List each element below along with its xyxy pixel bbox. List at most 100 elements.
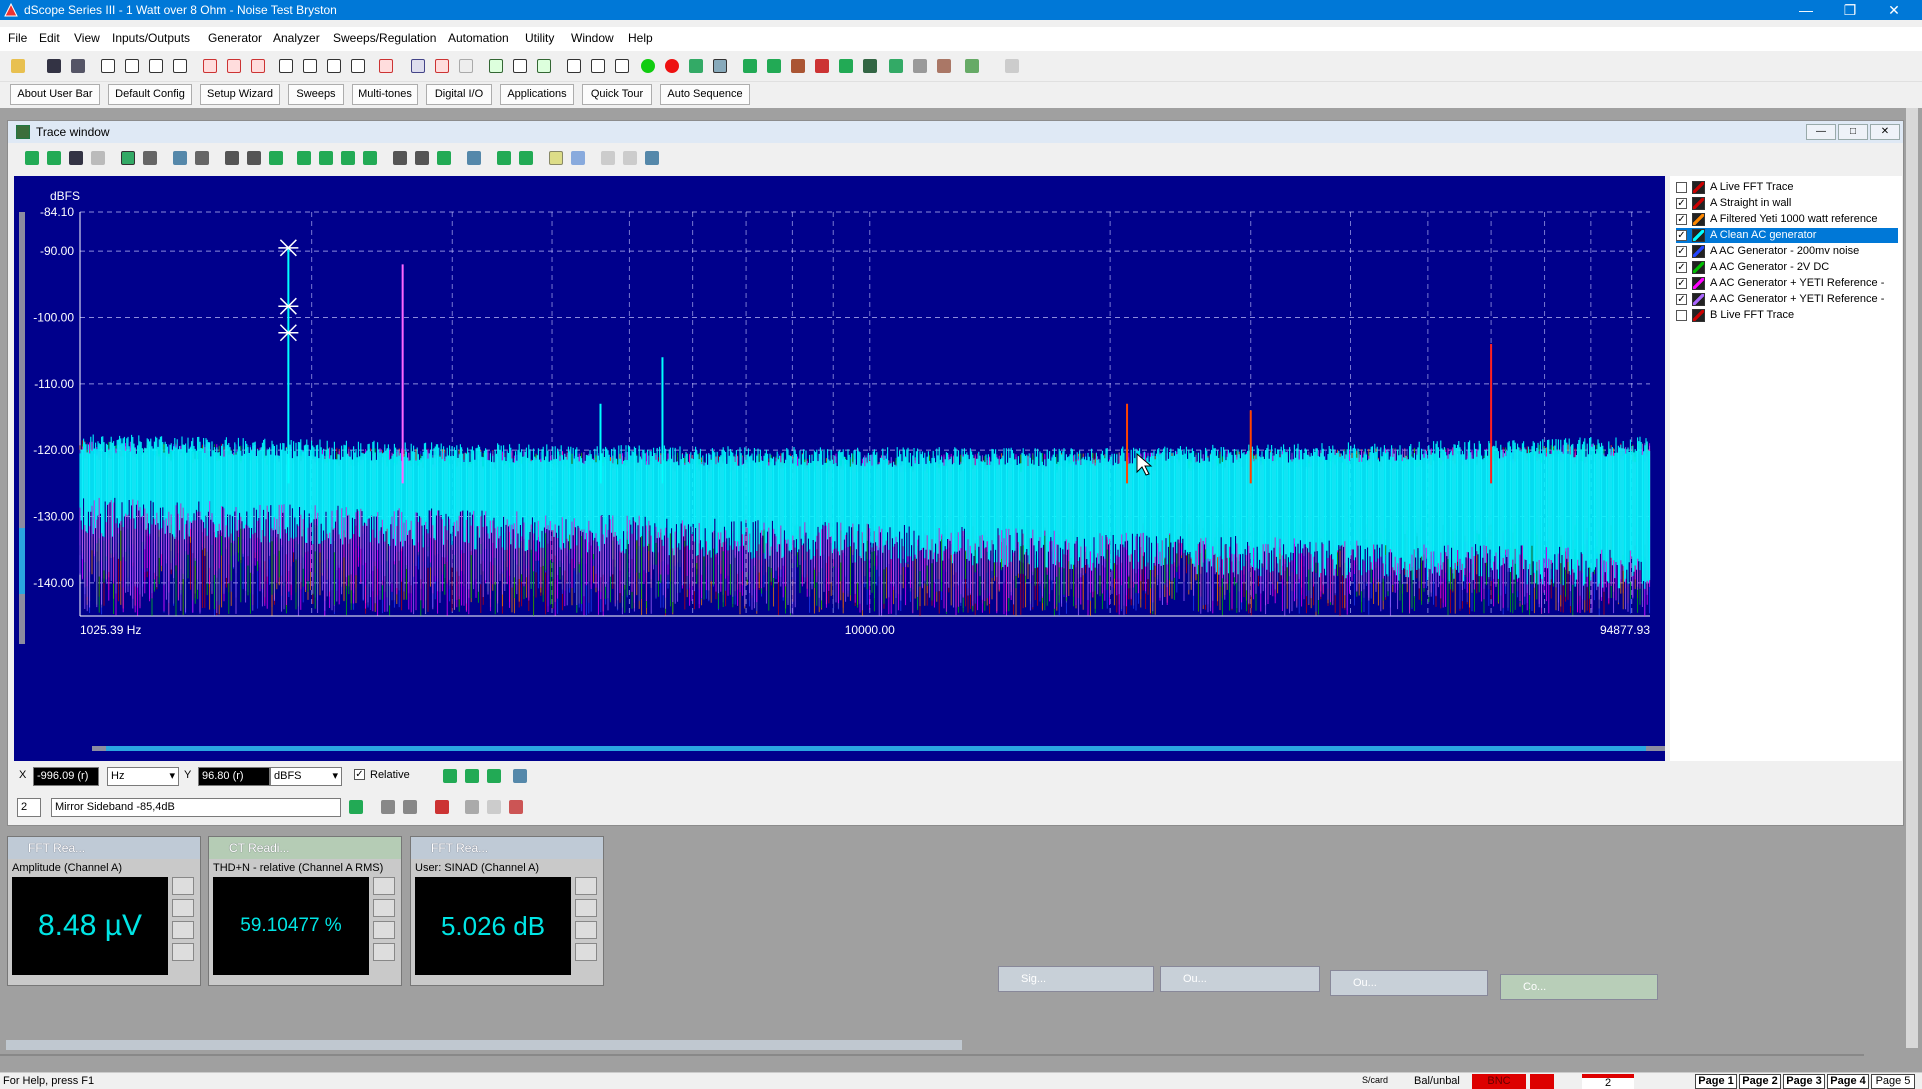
menu-automation[interactable]: Automation [448,31,509,45]
meter-expand-icon[interactable] [373,943,395,961]
y-scrollbar-thumb[interactable] [19,528,25,594]
trace-minimize-button[interactable]: — [1806,124,1836,140]
cursor-a-icon[interactable] [390,148,410,168]
marker-number-field[interactable]: 2 [17,798,41,817]
meter-settings-icon[interactable] [575,899,597,917]
fft-trace-chart[interactable]: -84.10 -90.00 -100.00 -110.00 -120.00 -130.00… [14,176,1666,761]
minimized-window-signal[interactable]: Sig... [998,966,1154,992]
page-1-tab[interactable]: Page 1 [1695,1074,1737,1089]
marker-move-icon[interactable] [568,148,588,168]
y-unit-select[interactable]: dBFS ▾ [270,767,342,786]
script-b-icon[interactable] [910,56,930,76]
meter-range-icon[interactable] [172,877,194,895]
save-icon[interactable] [44,56,64,76]
trace-copy-icon[interactable] [88,148,108,168]
legend-item[interactable]: ✓ A Straight in wall [1676,196,1898,211]
legend-checkbox[interactable]: ✓ [1676,246,1687,257]
marker-zoom-out-icon[interactable] [400,797,420,817]
page-5-tab[interactable]: Page 5 [1871,1074,1915,1089]
marker-track-icon[interactable] [510,766,530,786]
scope-a-icon[interactable] [564,56,584,76]
sweeps-button[interactable]: Sweeps [288,84,344,105]
minimized-window-output-1[interactable]: Ou... [1160,966,1320,992]
zoom-y-icon[interactable] [244,148,264,168]
page-4-tab[interactable]: Page 4 [1827,1074,1869,1089]
trace-e-icon[interactable] [836,56,856,76]
legend-item[interactable]: A Live FFT Trace [1676,180,1898,195]
input-off-icon[interactable] [376,56,396,76]
legend-item[interactable]: ✓ A AC Generator + YETI Reference - [1676,292,1898,307]
run-green-icon[interactable] [638,56,658,76]
page-2-tab[interactable]: Page 2 [1739,1074,1781,1089]
meter-thd-n[interactable]: CT Readi... THD+N - relative (Channel A … [208,836,402,986]
input-d-icon[interactable] [348,56,368,76]
cursor-b-icon[interactable] [412,148,432,168]
analyzer-a-icon[interactable] [486,56,506,76]
peak-max-icon[interactable] [360,148,380,168]
trace-hide-icon[interactable] [44,148,64,168]
output-off-a-icon[interactable] [200,56,220,76]
menu-generator[interactable]: Generator [208,31,262,45]
peak-left-icon[interactable] [294,148,314,168]
marker-clear-icon[interactable] [506,797,526,817]
legend-item[interactable]: ✓ A AC Generator + YETI Reference - [1676,276,1898,291]
close-button[interactable]: ✕ [1872,0,1916,20]
zoom-x-icon[interactable] [222,148,242,168]
marker-name-field[interactable]: Mirror Sideband -85,4dB [51,798,341,817]
meter-titlebar[interactable]: FFT Rea... [8,837,200,859]
setup-wizard-button[interactable]: Setup Wizard [200,84,280,105]
marker-zoom-icon[interactable] [378,797,398,817]
trace-window-titlebar[interactable]: Trace window — □ ✕ [8,121,1903,143]
trace-properties-icon[interactable] [170,148,190,168]
trace-f-icon[interactable] [860,56,880,76]
trace-show-icon[interactable] [22,148,42,168]
about-user-bar-button[interactable]: About User Bar [10,84,100,105]
peak-right-icon[interactable] [338,148,358,168]
marker-list-icon[interactable] [462,797,482,817]
meter-settings-icon[interactable] [172,899,194,917]
legend-checkbox[interactable]: ✓ [1676,278,1687,289]
scope-b-icon[interactable] [588,56,608,76]
marker-add-icon[interactable] [440,766,460,786]
meter-settings-icon[interactable] [373,899,395,917]
trace-up-icon[interactable] [494,148,514,168]
peak-next-icon[interactable] [316,148,336,168]
open-icon[interactable] [8,56,28,76]
generator-off-icon[interactable] [456,56,476,76]
legend-checkbox[interactable]: ✓ [1676,230,1687,241]
page-3-tab[interactable]: Page 3 [1783,1074,1825,1089]
sweep-active-icon[interactable] [710,56,730,76]
trace-d-icon[interactable] [812,56,832,76]
menu-edit[interactable]: Edit [39,31,60,45]
input-c-icon[interactable] [324,56,344,76]
default-config-button[interactable]: Default Config [108,84,192,105]
output-off-b-icon[interactable] [224,56,244,76]
legend-item[interactable]: B Live FFT Trace [1676,308,1898,323]
legend-checkbox[interactable] [1676,182,1687,193]
trace-c-icon[interactable] [788,56,808,76]
marker-apply-icon[interactable] [346,797,366,817]
trace-close-button[interactable]: ✕ [1870,124,1900,140]
meter-fft-amplitude[interactable]: FFT Rea... Amplitude (Channel A) 8.48 µV [7,836,201,986]
legend-checkbox[interactable]: ✓ [1676,294,1687,305]
meter-titlebar[interactable]: FFT Rea... [411,837,603,859]
legend-checkbox[interactable] [1676,310,1687,321]
menu-utility[interactable]: Utility [525,31,554,45]
trace-math-icon[interactable] [642,148,662,168]
meter-log-icon[interactable] [575,921,597,939]
report-icon[interactable] [962,56,982,76]
meter-log-icon[interactable] [172,921,194,939]
vertical-scrollbar[interactable] [1906,108,1918,1048]
input-b-icon[interactable] [300,56,320,76]
trace-a-icon[interactable] [740,56,760,76]
output-c-icon[interactable] [146,56,166,76]
generator-a-icon[interactable] [408,56,428,76]
marker-add-icon[interactable] [546,148,566,168]
legend-item[interactable]: ✓ A Filtered Yeti 1000 watt reference [1676,212,1898,227]
marker-sum-icon[interactable] [484,797,504,817]
horizontal-scrollbar[interactable] [0,1054,1864,1056]
copy-icon[interactable] [1002,56,1022,76]
meter-range-icon[interactable] [373,877,395,895]
generator-b-icon[interactable] [432,56,452,76]
legend-checkbox[interactable]: ✓ [1676,198,1687,209]
